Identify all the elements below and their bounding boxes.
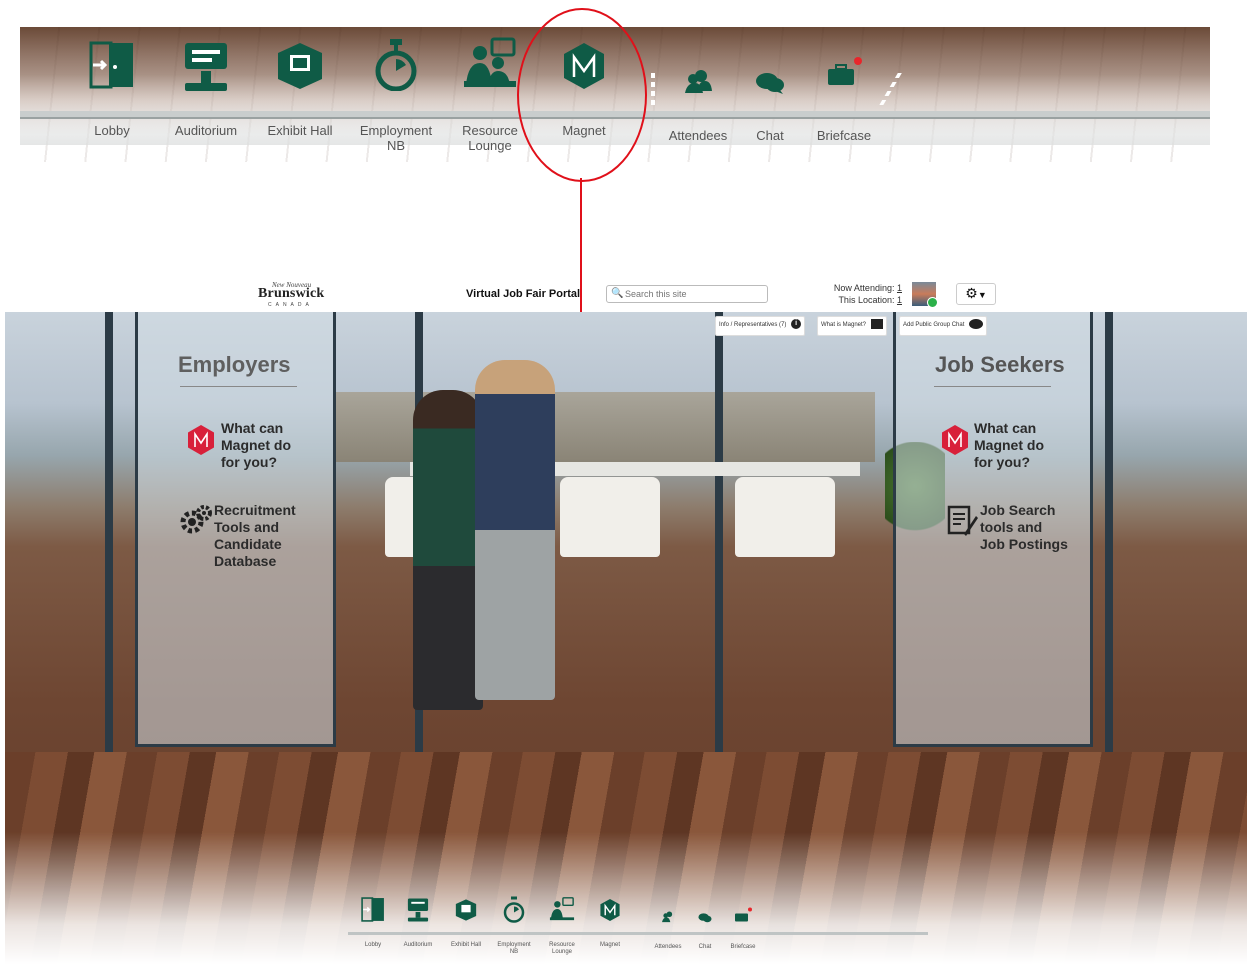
what-is-magnet-button[interactable]: What is Magnet? <box>817 316 887 336</box>
attendees-icon <box>685 70 712 93</box>
this-location-count[interactable]: 1 <box>897 295 902 305</box>
nav-label-exhibit-hall: Exhibit Hall <box>450 942 481 948</box>
info-icon: i <box>791 319 802 330</box>
gear-icon: ⚙ <box>965 285 978 301</box>
nav-label-resource: Resource Lounge <box>549 942 575 955</box>
exhibit-hall-icon <box>455 899 477 921</box>
nav-label-employment-line1: Employment <box>359 123 433 138</box>
person-man-image <box>475 360 555 700</box>
person-woman-image <box>413 390 483 710</box>
portal-header: New Nouveau Brunswick CANADA Virtual Job… <box>0 278 1251 312</box>
new-brunswick-logo[interactable]: New Nouveau Brunswick CANADA <box>258 281 324 308</box>
employers-magnet-link-line: for you? <box>221 454 277 470</box>
employers-title: Employers <box>178 352 291 377</box>
nav-label-employment-line2: NB <box>386 138 406 153</box>
employment-stopwatch-icon <box>503 896 525 923</box>
page-title: Virtual Job Fair Portal <box>466 288 581 300</box>
recruitment-link-line: Tools and <box>214 519 280 535</box>
nav-label-lobby: Lobby <box>364 942 382 948</box>
nav-label-magnet: Magnet <box>599 942 620 948</box>
job-seekers-magnet-link-line: What can <box>974 420 1037 436</box>
lobby-door-icon <box>89 41 133 89</box>
search-box[interactable]: 🔍 <box>606 285 768 303</box>
chat-bubbles-icon <box>756 73 784 94</box>
add-group-chat-label: Add Public Group Chat <box>903 322 965 328</box>
chevron-down-icon: ▼ <box>977 290 987 300</box>
magnet-hexagon-icon <box>942 425 968 455</box>
employers-magnet-link-line: What can <box>221 420 284 436</box>
window-frame <box>1105 312 1113 752</box>
employers-title-rule <box>180 386 297 387</box>
job-seekers-magnet-link-line: for you? <box>974 454 1030 470</box>
auditorium-podium-icon <box>407 898 429 922</box>
recruitment-link-line: Candidate <box>214 536 282 552</box>
job-search-tools-link[interactable]: Job Search tools and Job Postings <box>946 502 1076 558</box>
chat-bubbles-icon <box>969 319 984 330</box>
job-seekers-title: Job Seekers <box>935 352 1065 377</box>
window-frame <box>715 312 723 752</box>
nav-label-auditorium: Auditorium <box>174 123 238 138</box>
info-representatives-label: Info / Representatives (7) <box>719 322 787 328</box>
window-frame <box>105 312 113 752</box>
online-status-icon <box>927 297 938 308</box>
nav-label-lobby: Lobby <box>94 123 130 138</box>
this-location-label: This Location: <box>838 295 895 305</box>
nav-label-employment: Employment NB <box>497 942 531 955</box>
info-representatives-button[interactable]: Info / Representatives (7) i <box>715 316 806 336</box>
magnet-hexagon-icon <box>600 899 620 921</box>
employment-stopwatch-icon <box>375 39 417 91</box>
employers-magnet-link-line: Magnet do <box>221 437 291 453</box>
document-edit-icon <box>947 505 978 536</box>
chair-image <box>560 477 660 557</box>
resource-lounge-icon <box>464 37 516 87</box>
logo-brand: Brunswick <box>258 286 325 301</box>
what-is-magnet-label: What is Magnet? <box>821 322 867 328</box>
recruitment-link-line: Database <box>214 553 277 569</box>
nav-label-resource-line2: Lounge <box>468 138 512 153</box>
add-public-group-chat-button[interactable]: Add Public Group Chat <box>899 316 988 336</box>
magnet-callout-circle <box>517 8 647 182</box>
exhibit-hall-icon <box>278 43 322 89</box>
job-search-link-line: Job Search <box>980 502 1056 518</box>
avatar[interactable] <box>912 282 938 308</box>
recruitment-link-line: Recruitment <box>214 502 296 518</box>
lobby-door-icon <box>361 897 384 922</box>
nav-label-exhibit-hall: Exhibit Hall <box>267 123 333 138</box>
chat-bubbles-icon <box>698 913 712 923</box>
job-search-link-line: Job Postings <box>980 536 1068 552</box>
bottom-navbar-tray <box>348 932 928 935</box>
settings-menu-button[interactable]: ⚙▼ <box>956 283 996 305</box>
search-input[interactable] <box>625 287 763 300</box>
logo-country: CANADA <box>268 302 313 308</box>
lobby-scene <box>5 312 1247 964</box>
search-icon: 🔍 <box>611 288 624 299</box>
now-attending-count[interactable]: 1 <box>897 283 902 293</box>
magnet-hexagon-icon <box>188 425 214 455</box>
job-seekers-magnet-link-line: Magnet do <box>974 437 1044 453</box>
bottom-navbar: Lobby Auditorium Exhibit Hall Employment… <box>348 885 928 960</box>
employers-magnet-link[interactable]: What can Magnet do for you? <box>186 418 306 474</box>
resource-lounge-icon <box>549 897 575 921</box>
nav-divider-right <box>878 73 902 107</box>
employers-recruitment-tools-link[interactable]: Recruitment Tools and Candidate Database <box>178 500 308 572</box>
briefcase-icon <box>735 907 752 922</box>
nav-label-auditorium: Auditorium <box>403 942 433 948</box>
nav-divider <box>651 73 655 109</box>
nav-label-briefcase: Briefcase <box>816 128 872 143</box>
clapperboard-icon <box>870 319 883 330</box>
attendance-info: Now Attending: 1 This Location: 1 <box>820 282 902 306</box>
now-attending-label: Now Attending: <box>833 283 895 293</box>
nav-label-briefcase: Briefcase <box>730 944 756 950</box>
auditorium-podium-icon <box>185 43 227 91</box>
job-seekers-magnet-link[interactable]: What can Magnet do for you? <box>940 418 1070 474</box>
attendees-icon <box>662 911 673 923</box>
job-search-link-line: tools and <box>980 519 1043 535</box>
briefcase-icon <box>828 57 862 85</box>
job-seekers-title-rule <box>934 386 1051 387</box>
gears-icon <box>180 505 212 534</box>
chair-image <box>735 477 835 557</box>
